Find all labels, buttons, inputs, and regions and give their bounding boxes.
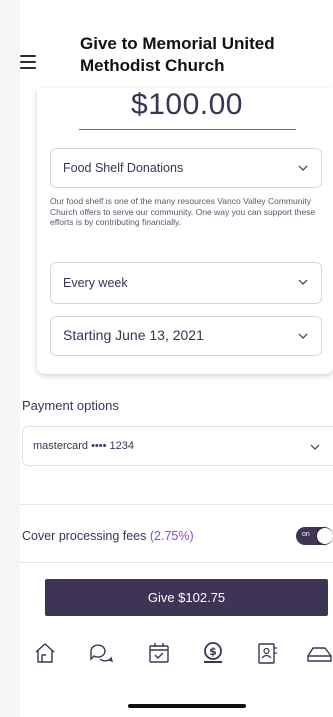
give-button[interactable]: Give $102.75 (45, 579, 328, 616)
cover-fees-text: Cover processing fees (22, 529, 147, 543)
frequency-select[interactable]: Every week (50, 262, 322, 304)
home-indicator (128, 704, 246, 708)
calendar-icon[interactable] (146, 640, 172, 666)
chevron-down-icon (298, 165, 308, 171)
cover-fees-toggle[interactable]: on (296, 527, 333, 545)
divider (20, 504, 333, 505)
frequency-select-label: Every week (63, 276, 128, 290)
chevron-down-icon (298, 333, 308, 339)
payment-options-heading: Payment options (22, 398, 119, 413)
cover-fees-label: Cover processing fees (2.75%) (22, 529, 194, 543)
page-title: Give to Memorial United Methodist Church (80, 34, 275, 75)
fund-select-label: Food Shelf Donations (63, 161, 184, 175)
payment-method-label: mastercard •••• 1234 (33, 440, 135, 452)
start-date-select[interactable]: Starting June 13, 2021 (50, 316, 322, 356)
fund-select[interactable]: Food Shelf Donations (50, 148, 322, 188)
chevron-down-icon (310, 444, 320, 450)
payment-method-select[interactable]: mastercard •••• 1234 (22, 426, 333, 466)
fee-percent: (2.75%) (149, 529, 194, 543)
chevron-down-icon (298, 279, 308, 285)
give-icon[interactable]: $ (200, 640, 226, 666)
chat-icon[interactable] (88, 640, 114, 666)
svg-text:$: $ (209, 645, 217, 658)
amount-underline (79, 129, 296, 130)
more-icon[interactable] (305, 640, 333, 666)
amount-field[interactable]: $100.00 (60, 88, 314, 122)
left-gutter (0, 0, 20, 717)
directory-icon[interactable] (254, 640, 280, 666)
home-icon[interactable] (32, 640, 58, 666)
hamburger-menu-icon[interactable] (20, 55, 38, 69)
divider (20, 562, 333, 563)
start-date-label: Starting June 13, 2021 (63, 327, 204, 343)
fund-description: Our food shelf is one of the many resour… (50, 196, 316, 227)
toggle-on-text: on (302, 531, 310, 538)
toggle-knob (317, 528, 333, 544)
